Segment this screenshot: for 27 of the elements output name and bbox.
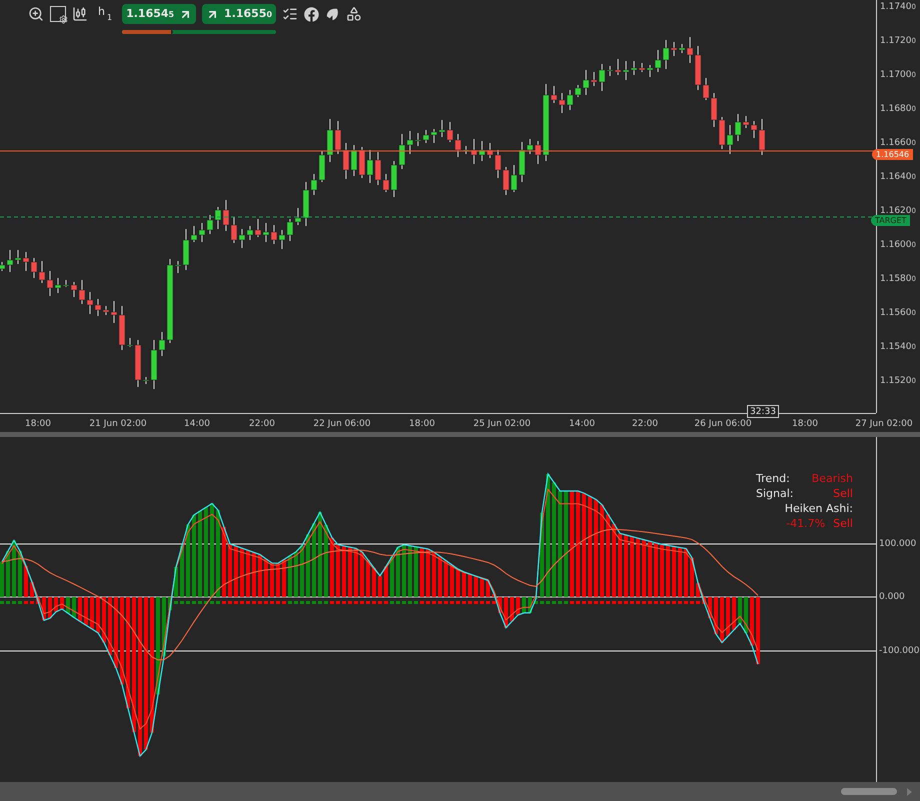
signal-value: Sell [833,486,853,501]
heiken-ashi-percent: -41.7% [786,516,826,531]
time-axis-label: 22:00 [632,418,658,431]
level-axis-label: 100.000 [879,538,916,551]
heiken-ashi-label: Heiken Ashi: [784,501,853,516]
heiken-ashi-signal: Sell [833,516,853,531]
time-axis-label: 27 Jun 02:00 [855,418,913,431]
level-axis-label: -100.000 [879,645,920,658]
trend-value: Bearish [812,471,853,486]
time-axis-label: 18:00 [409,418,435,431]
time-axis-label: 14:00 [569,418,595,431]
candle-timer: 32:33 [747,405,779,418]
trend-label: Trend: [756,471,790,486]
time-axis-label: 25 Jun 02:00 [473,418,531,431]
price-tag: 1.16546 [872,149,914,160]
time-axis-label: 18:00 [25,418,51,431]
level-axis-label: 0.000 [879,591,905,604]
time-axis-label: 14:00 [184,418,210,431]
time-axis-label: 21 Jun 02:00 [89,418,147,431]
target-tag: TARGET [871,215,910,226]
time-axis-label: 18:00 [792,418,818,431]
buy-price-button[interactable]: 1.16550 [202,4,276,24]
time-axis-label: 26 Jun 06:00 [694,418,752,431]
time-axis-label: 22 Jun 06:00 [313,418,371,431]
sell-price-button[interactable]: 1.16545 [122,4,196,24]
signal-label: Signal: [756,486,794,501]
time-axis-label: 22:00 [249,418,275,431]
